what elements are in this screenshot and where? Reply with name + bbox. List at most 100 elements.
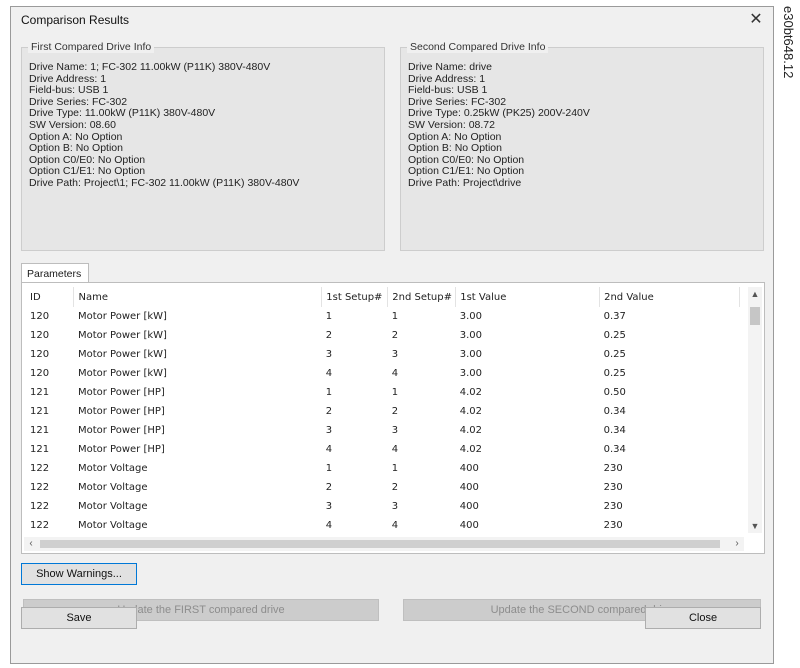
table-cell: 0.34 — [603, 425, 626, 436]
table-cell: Motor Power [kW] — [77, 330, 167, 341]
table-cell: 121 — [30, 425, 50, 436]
table-cell: 4 — [391, 520, 399, 531]
scroll-down-icon[interactable]: ▼ — [748, 519, 762, 533]
table-row[interactable]: 122 Motor Voltage 1 1 400 230 — [26, 459, 740, 478]
table-cell: 122 — [30, 501, 50, 512]
table-cell: 122 — [30, 482, 50, 493]
first-drive-info-group: First Compared Drive Info Drive Name: 1;… — [21, 41, 385, 251]
table-row[interactable]: 120 Motor Power [kW] 1 1 3.00 0.37 — [26, 307, 740, 326]
table-cell: 4 — [391, 444, 399, 455]
table-row[interactable]: 122 Motor Voltage 4 4 400 230 — [26, 516, 740, 533]
table-cell: 0.25 — [603, 368, 626, 379]
table-cell: 4 — [391, 368, 399, 379]
table-cell: 2 — [325, 406, 333, 417]
info-line: SW Version: 08.60 — [29, 118, 116, 131]
first-drive-info-lines: Drive Name: 1; FC-302 11.00kW (P11K) 380… — [29, 61, 300, 190]
side-label-container: e30bt648.12 — [776, 6, 798, 156]
close-button[interactable]: Close — [645, 607, 761, 629]
table-cell: 3 — [391, 425, 399, 436]
horizontal-scrollbar[interactable]: ‹ › — [24, 537, 744, 551]
table-cell: 3.00 — [459, 349, 482, 360]
tab-parameters[interactable]: Parameters — [21, 263, 89, 283]
vertical-scroll-thumb[interactable] — [750, 307, 760, 325]
second-drive-info-title: Second Compared Drive Info — [407, 41, 549, 53]
column-header[interactable]: ID — [26, 287, 75, 307]
table-cell: 4.02 — [459, 425, 482, 436]
table-cell: 2 — [391, 406, 399, 417]
second-drive-info-group: Second Compared Drive Info Drive Name: d… — [400, 41, 764, 251]
table-cell: Motor Power [kW] — [77, 349, 167, 360]
title-bar: Comparison Results ✕ — [11, 7, 773, 33]
table-cell: 122 — [30, 520, 50, 531]
table-cell: 400 — [459, 501, 479, 512]
table-row[interactable]: 121 Motor Power [HP] 1 1 4.02 0.50 — [26, 383, 740, 402]
table-cell: 1 — [325, 311, 333, 322]
column-header[interactable]: 1st Value — [455, 287, 601, 307]
comparison-results-dialog: Comparison Results ✕ First Compared Driv… — [10, 6, 774, 664]
scroll-up-icon[interactable]: ▲ — [748, 287, 762, 301]
table-cell: 121 — [30, 406, 50, 417]
first-drive-info-title: First Compared Drive Info — [28, 41, 155, 53]
table-row[interactable]: 120 Motor Power [kW] 3 3 3.00 0.25 — [26, 345, 740, 364]
table-cell: 400 — [459, 520, 479, 531]
show-warnings-button[interactable]: Show Warnings... — [21, 563, 137, 585]
table-cell: 3.00 — [459, 330, 482, 341]
table-cell: Motor Voltage — [77, 463, 148, 474]
table-cell: 1 — [325, 463, 333, 474]
table-cell: Motor Voltage — [77, 501, 148, 512]
vertical-scrollbar[interactable]: ▲ ▼ — [748, 287, 762, 533]
table-row[interactable]: 120 Motor Power [kW] 4 4 3.00 0.25 — [26, 364, 740, 383]
save-button[interactable]: Save — [21, 607, 137, 629]
parameters-grid: ID Name 1st Setup# 2nd Setup# 1st Value 2nd V… — [26, 287, 740, 533]
column-header[interactable]: 2nd Value — [599, 287, 740, 307]
table-cell: 3 — [391, 501, 399, 512]
grid-header-row: ID Name 1st Setup# 2nd Setup# 1st Value 2nd V… — [26, 287, 740, 307]
table-cell: 1 — [391, 463, 399, 474]
table-cell: 3 — [391, 349, 399, 360]
info-line: Drive Name: 1; FC-302 11.00kW (P11K) 380… — [29, 61, 271, 73]
table-cell: 2 — [325, 330, 333, 341]
close-icon[interactable]: ✕ — [745, 9, 767, 31]
table-cell: 120 — [30, 349, 50, 360]
table-cell: Motor Power [kW] — [77, 311, 167, 322]
column-header[interactable]: 1st Setup# — [321, 287, 389, 307]
table-cell: 3.00 — [459, 311, 482, 322]
table-row[interactable]: 121 Motor Power [HP] 2 2 4.02 0.34 — [26, 402, 740, 421]
table-cell: Motor Power [kW] — [77, 368, 167, 379]
scroll-left-icon[interactable]: ‹ — [24, 537, 38, 551]
table-row[interactable]: 121 Motor Power [HP] 3 3 4.02 0.34 — [26, 421, 740, 440]
scroll-right-icon[interactable]: › — [730, 537, 744, 551]
info-line: Drive Path: Project\drive — [408, 176, 522, 189]
table-cell: 4.02 — [459, 406, 482, 417]
second-drive-info-lines: Drive Name: drive Drive Address: 1 Field-b… — [408, 61, 590, 190]
column-header[interactable]: Name — [73, 287, 323, 307]
table-cell: 230 — [603, 482, 623, 493]
table-cell: 120 — [30, 368, 50, 379]
table-cell: 0.34 — [603, 444, 626, 455]
table-cell: 0.25 — [603, 349, 626, 360]
table-cell: Motor Power [HP] — [77, 444, 165, 455]
info-line: SW Version: 08.72 — [408, 118, 495, 131]
table-cell: 0.37 — [603, 311, 626, 322]
column-header[interactable]: 2nd Setup# — [387, 287, 457, 307]
table-cell: 230 — [603, 463, 623, 474]
info-line: Option B: No Option — [29, 142, 123, 155]
table-cell: 3 — [325, 349, 333, 360]
table-cell: Motor Power [HP] — [77, 387, 165, 398]
table-cell: 121 — [30, 387, 50, 398]
table-row[interactable]: 122 Motor Voltage 2 2 400 230 — [26, 478, 740, 497]
table-cell: 0.25 — [603, 330, 626, 341]
table-cell: Motor Power [HP] — [77, 425, 165, 436]
table-cell: 3 — [325, 425, 333, 436]
table-row[interactable]: 121 Motor Power [HP] 4 4 4.02 0.34 — [26, 440, 740, 459]
table-row[interactable]: 122 Motor Voltage 3 3 400 230 — [26, 497, 740, 516]
info-line: Drive Name: drive — [408, 61, 493, 73]
table-cell: 400 — [459, 463, 479, 474]
table-cell: 120 — [30, 311, 50, 322]
horizontal-scroll-thumb[interactable] — [40, 540, 720, 548]
table-cell: 120 — [30, 330, 50, 341]
info-line: Drive Path: Project\1; FC-302 11.00kW (P… — [29, 176, 300, 189]
info-line: Option B: No Option — [408, 142, 502, 155]
table-cell: 1 — [391, 387, 399, 398]
table-row[interactable]: 120 Motor Power [kW] 2 2 3.00 0.25 — [26, 326, 740, 345]
